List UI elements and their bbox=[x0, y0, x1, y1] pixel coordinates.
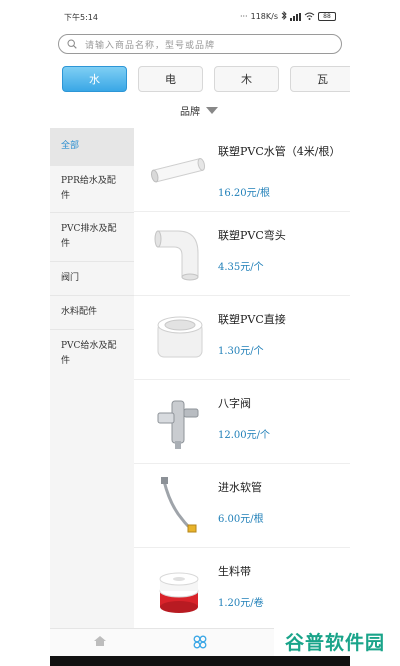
home-icon bbox=[94, 636, 106, 646]
category-label: 木 bbox=[241, 73, 252, 86]
system-nav-bar bbox=[50, 656, 350, 666]
product-price: 1.30元/个 bbox=[218, 346, 264, 357]
product-item[interactable]: 八字阀 12.00元/个 bbox=[134, 380, 350, 464]
brand-filter-label: 品牌 bbox=[180, 106, 200, 118]
product-item[interactable]: 进水软管 6.00元/根 bbox=[134, 464, 350, 548]
search-icon bbox=[67, 39, 77, 49]
category-label: 水 bbox=[89, 73, 100, 86]
sidebar-item-label: 阀门 bbox=[61, 273, 80, 283]
product-price: 1.20元/卷 bbox=[218, 598, 264, 609]
product-name: 进水软管 bbox=[218, 481, 262, 494]
status-icons: ··· 118K/s 88 bbox=[239, 10, 336, 22]
battery-icon: 88 bbox=[318, 12, 336, 21]
category-tab-electric[interactable]: 电 bbox=[138, 66, 203, 92]
product-name: 联塑PVC水管（4米/根） bbox=[218, 145, 341, 158]
inlet-hose-icon bbox=[161, 477, 197, 533]
app-screen: 下午5:14 ··· 118K/s 88 请输入商品名称，型号或品牌 水 电 木… bbox=[50, 0, 350, 666]
product-list: 联塑PVC水管（4米/根） 16.20元/根 联塑PVC弯头 4.35元/个 联… bbox=[134, 128, 350, 628]
sidebar-item-pvc-drain[interactable]: PVC排水及配件 bbox=[50, 213, 134, 262]
dots-icon: ··· bbox=[239, 12, 248, 21]
pvc-pipe-icon bbox=[150, 158, 206, 183]
tab-home[interactable] bbox=[92, 635, 108, 649]
brand-filter-dropdown[interactable]: 品牌 bbox=[180, 103, 218, 118]
product-price: 12.00元/个 bbox=[218, 430, 270, 441]
product-name: 联塑PVC直接 bbox=[218, 313, 286, 326]
sidebar-item-label: 全部 bbox=[61, 141, 80, 151]
category-sidebar: 全部 PPR给水及配件 PVC排水及配件 阀门 水料配件 PVC给水及配件 bbox=[50, 128, 134, 628]
product-price: 6.00元/根 bbox=[218, 514, 264, 525]
sidebar-item-valves[interactable]: 阀门 bbox=[50, 262, 134, 296]
sidebar-item-all[interactable]: 全部 bbox=[50, 128, 134, 166]
product-item[interactable]: 联塑PVC弯头 4.35元/个 bbox=[134, 212, 350, 296]
caret-down-icon bbox=[206, 106, 218, 114]
sidebar-item-label: PVC给水及配件 bbox=[61, 341, 117, 366]
pvc-coupling-icon bbox=[157, 316, 203, 358]
category-tab-tile[interactable]: 瓦 bbox=[290, 66, 350, 92]
bluetooth-icon bbox=[281, 10, 287, 22]
search-placeholder: 请输入商品名称，型号或品牌 bbox=[85, 41, 216, 51]
category-label: 瓦 bbox=[317, 73, 328, 86]
category-icon bbox=[193, 635, 207, 649]
sidebar-item-label: 水料配件 bbox=[61, 307, 98, 317]
product-name: 生料带 bbox=[218, 565, 251, 578]
watermark-text: 谷普软件园 bbox=[284, 631, 385, 654]
network-speed: 118K/s bbox=[250, 12, 278, 21]
sidebar-item-pvc-supply[interactable]: PVC给水及配件 bbox=[50, 330, 134, 378]
wifi-icon bbox=[304, 12, 315, 22]
site-watermark: 谷普软件园 bbox=[274, 626, 396, 656]
product-item[interactable]: 联塑PVC水管（4米/根） 16.20元/根 bbox=[134, 128, 350, 212]
product-price: 16.20元/根 bbox=[218, 188, 270, 199]
battery-level: 88 bbox=[323, 13, 331, 20]
search-input[interactable]: 请输入商品名称，型号或品牌 bbox=[58, 34, 342, 54]
category-label: 电 bbox=[165, 73, 176, 86]
sidebar-item-water-fittings[interactable]: 水料配件 bbox=[50, 296, 134, 330]
product-item[interactable]: 联塑PVC直接 1.30元/个 bbox=[134, 296, 350, 380]
product-item[interactable]: 生料带 1.20元/卷 bbox=[134, 548, 350, 632]
tab-category[interactable] bbox=[192, 635, 208, 649]
product-name: 联塑PVC弯头 bbox=[218, 229, 286, 242]
sidebar-item-ppr-supply[interactable]: PPR给水及配件 bbox=[50, 166, 134, 213]
signal-icon bbox=[290, 12, 301, 21]
sidebar-item-label: PPR给水及配件 bbox=[61, 176, 116, 201]
category-tab-water[interactable]: 水 bbox=[62, 66, 127, 92]
ptfe-tape-icon bbox=[159, 572, 199, 613]
pvc-elbow-icon bbox=[154, 230, 199, 281]
product-name: 八字阀 bbox=[218, 397, 251, 410]
category-tab-wood[interactable]: 木 bbox=[214, 66, 279, 92]
product-price: 4.35元/个 bbox=[218, 262, 264, 273]
status-time: 下午5:14 bbox=[64, 13, 98, 22]
status-bar: 下午5:14 ··· 118K/s 88 bbox=[50, 0, 350, 34]
angle-valve-icon bbox=[157, 400, 199, 449]
sidebar-item-label: PVC排水及配件 bbox=[61, 224, 117, 249]
category-tabs: 水 电 木 瓦 bbox=[62, 66, 350, 92]
